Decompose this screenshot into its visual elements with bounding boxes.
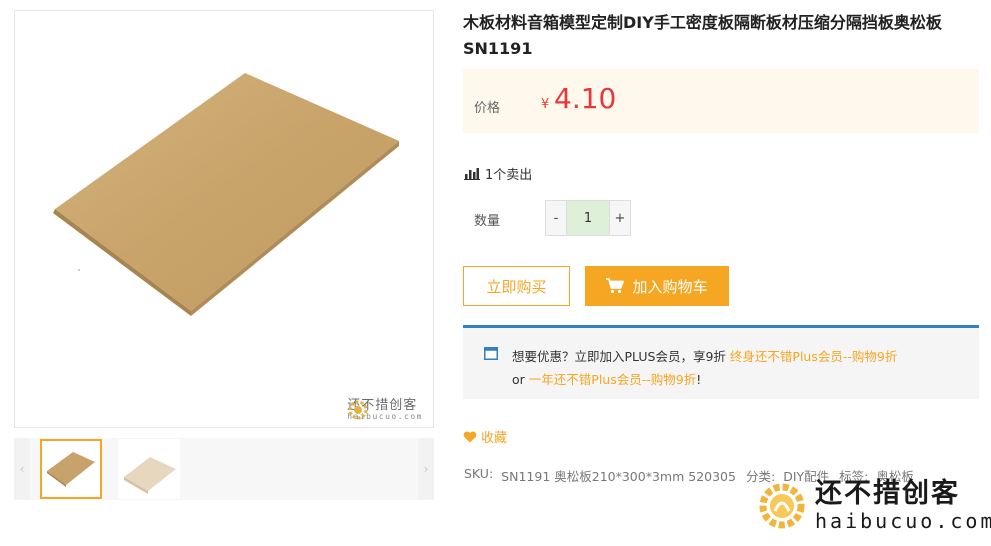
quantity-input[interactable] [566,201,610,235]
thumbnail-strip: ‹ › [14,438,434,500]
price-box: 价格 ¥ 4.10 [463,69,979,133]
main-product-image[interactable]: 还不措创客 haibucuo.com [14,10,434,428]
chevron-left-icon: ‹ [19,462,25,476]
price-value: 4.10 [554,82,617,115]
plus-membership-promo: 想要优惠？立即加入PLUS会员，享9折 终身还不错Plus会员--购物9折 or… [463,325,979,399]
corner-watermark-en: haibucuo.com [815,509,991,533]
chevron-right-icon: › [423,462,429,476]
board-thumbnail-image-2 [124,457,176,494]
image-watermark: 还不措创客 haibucuo.com [347,399,423,421]
add-to-cart-button[interactable]: 加入购物车 [585,266,729,306]
thumbnail-2[interactable] [118,439,180,499]
sold-count: 1个卖出 [464,164,532,183]
bar-chart-icon [464,168,480,180]
sku-value: SN1191 奥松板210*300*3mm 520305 [501,469,736,484]
promo-line-2: or 一年还不错Plus会员--购物9折! [512,369,701,388]
quantity-label: 数量 [474,214,501,229]
corner-watermark-cn: 还不措创客 [815,478,960,509]
lifetime-plus-link[interactable]: 终身还不错Plus会员--购物9折 [730,349,897,364]
yearly-plus-link[interactable]: 一年还不错Plus会员--购物9折 [529,372,696,387]
thumbnail-1[interactable] [40,439,102,499]
product-title: 木板材料音箱模型定制DIY手工密度板隔断板材压缩分隔挡板奥松板SN1191 [463,13,942,58]
promo-tail: ! [696,372,702,387]
thumb-next-button[interactable]: › [418,438,434,500]
add-to-cart-label: 加入购物车 [632,277,708,296]
favorite-label: 收藏 [481,431,508,446]
price-label: 价格 [474,101,501,116]
board-thumbnail-image [47,452,95,487]
price-currency: ¥ [541,97,550,112]
thumb-prev-button[interactable]: ‹ [14,438,30,500]
promo-or: or [512,372,525,387]
sold-text: 1个卖出 [485,168,533,183]
sku-label: SKU: [464,466,494,481]
window-icon [484,347,498,360]
quantity-stepper: - + [545,200,631,236]
corner-watermark: 还不措创客 haibucuo.com [757,480,991,531]
gear-logo-icon-large [759,483,805,528]
quantity-minus-button[interactable]: - [546,201,566,235]
buy-now-button[interactable]: 立即购买 [463,266,570,306]
promo-line-1: 想要优惠？立即加入PLUS会员，享9折 终身还不错Plus会员--购物9折 [512,346,897,365]
promo-text: 想要优惠？立即加入PLUS会员，享9折 [512,349,726,364]
cart-icon [606,278,625,294]
heart-icon [463,431,477,442]
favorite-button[interactable]: 收藏 [463,427,507,446]
gear-logo-icon [348,400,368,420]
quantity-plus-button[interactable]: + [610,201,630,235]
mdf-board-image [53,73,399,316]
